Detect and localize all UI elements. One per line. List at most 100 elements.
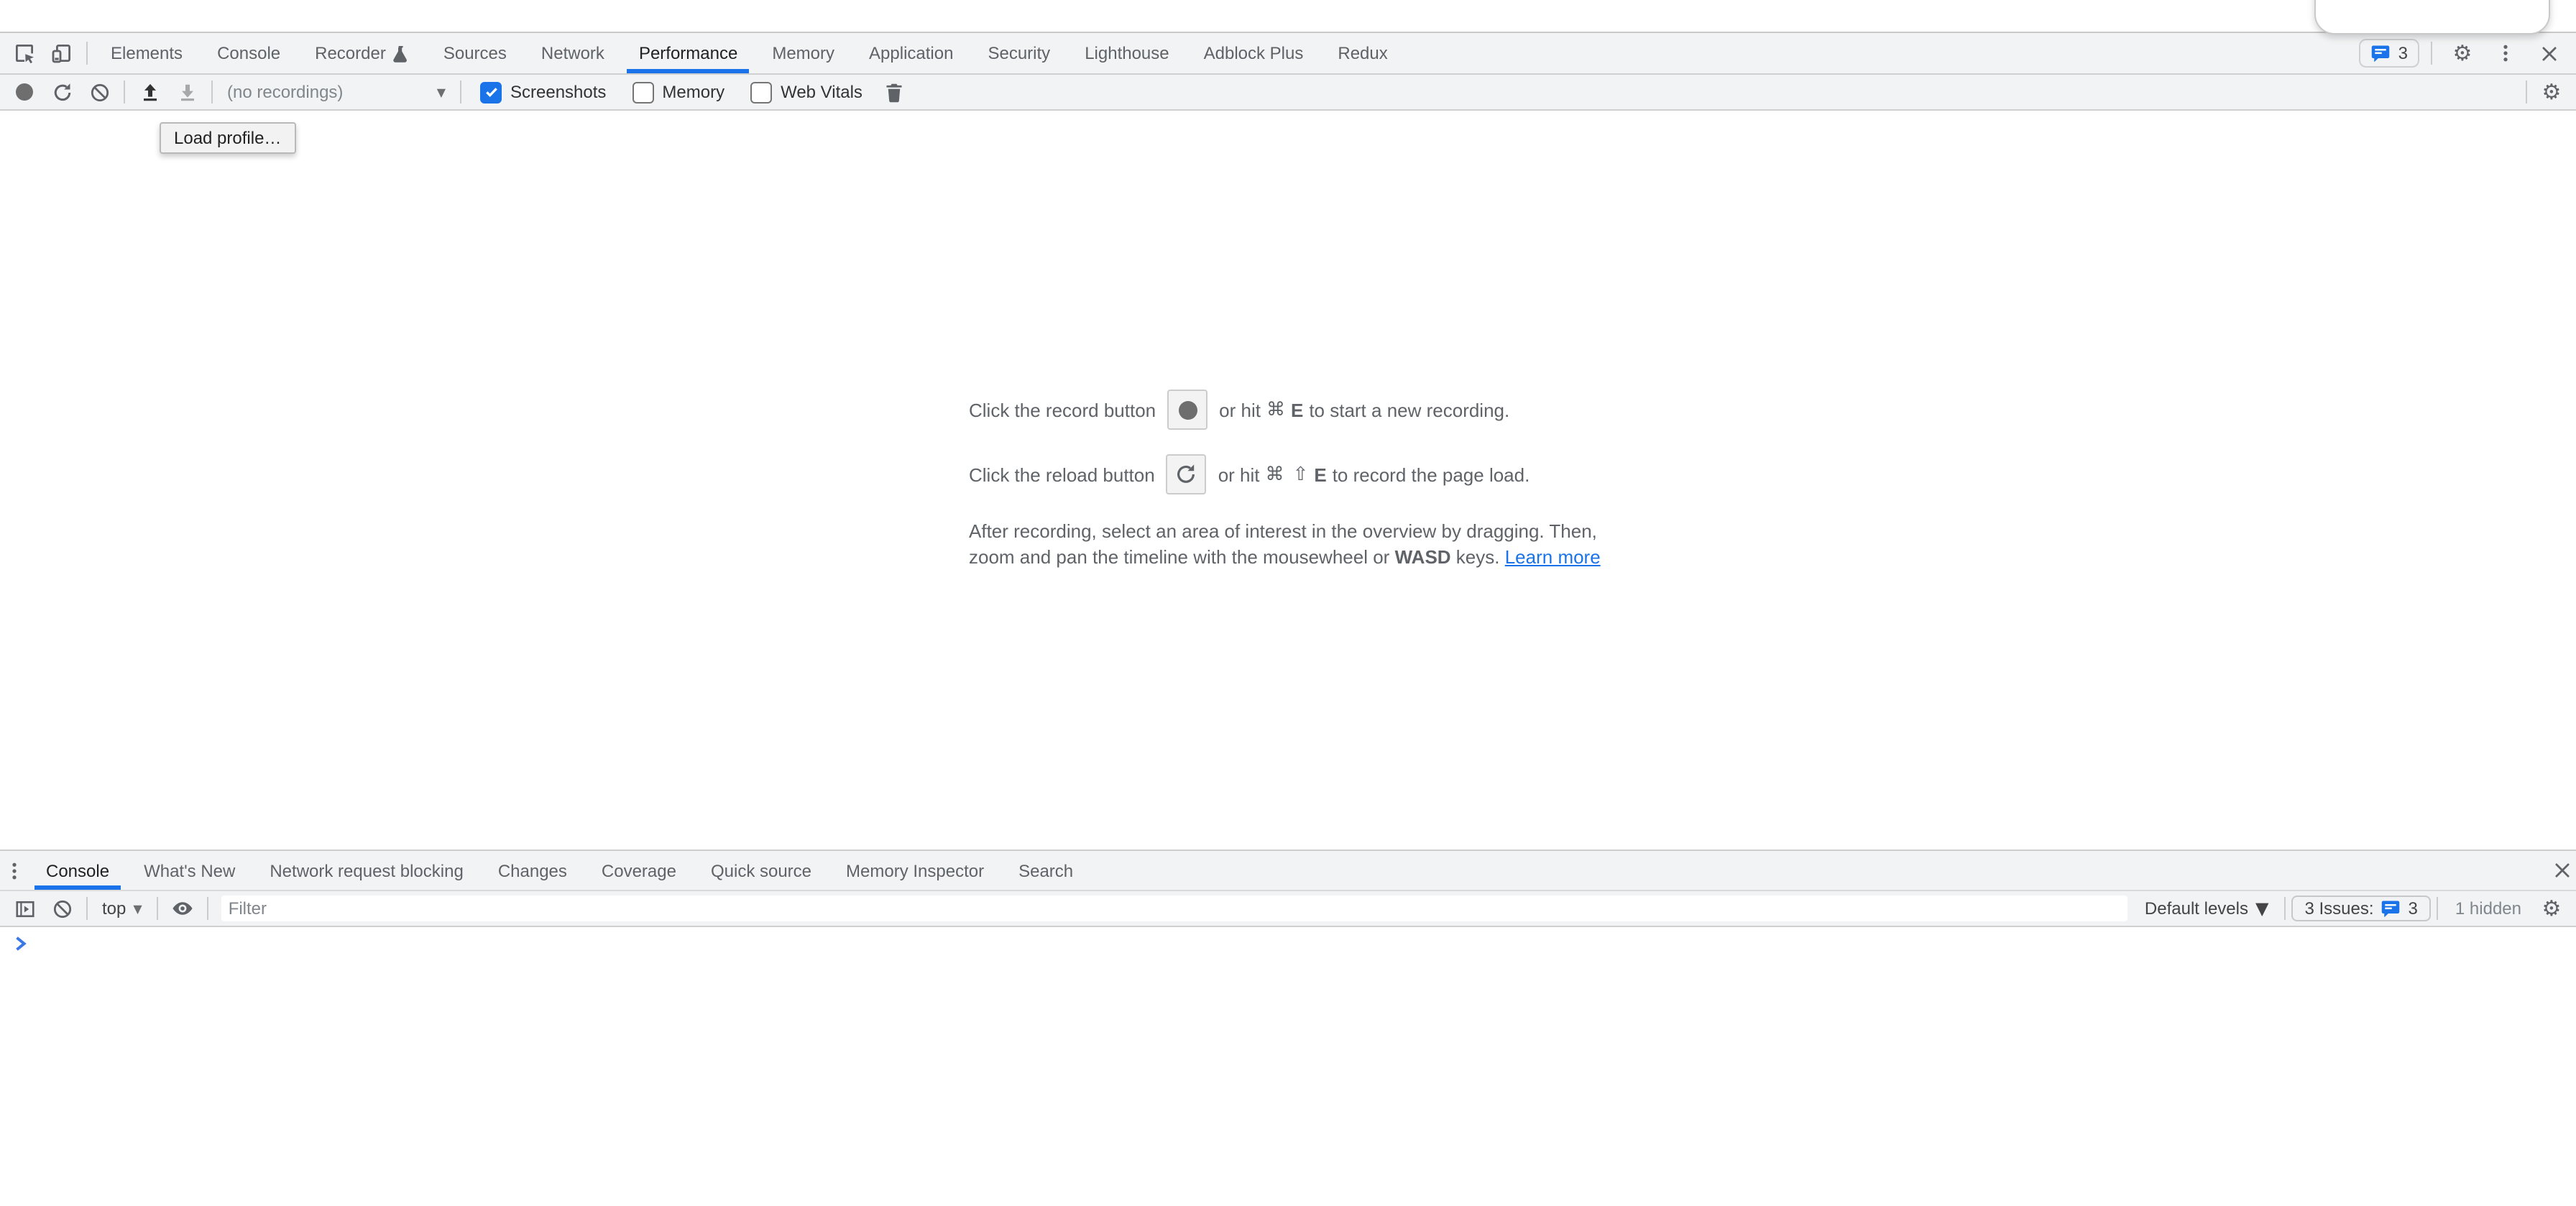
console-settings-button[interactable]: ⚙: [2533, 891, 2570, 926]
recordings-dropdown[interactable]: (no recordings) ▼: [218, 82, 454, 102]
reload-instruction-middle: or hit: [1218, 464, 1260, 485]
console-filter-input[interactable]: [221, 896, 2128, 921]
close-icon: [2539, 44, 2558, 63]
device-toolbar-button[interactable]: [43, 36, 80, 70]
toolbar-separator: [207, 897, 208, 920]
record-instruction-prefix: Click the record button: [969, 399, 1156, 420]
tab-redux[interactable]: Redux: [1320, 33, 1404, 73]
capture-settings-button[interactable]: ⚙: [2533, 76, 2570, 108]
drawer-tab-search[interactable]: Search: [1001, 851, 1090, 890]
memory-checkbox[interactable]: [632, 81, 653, 103]
tab-label: Sources: [443, 43, 507, 63]
settings-button[interactable]: ⚙: [2444, 36, 2481, 70]
issues-label: 3 Issues:: [2304, 898, 2373, 919]
tab-elements[interactable]: Elements: [93, 33, 200, 73]
tab-label: What's New: [144, 860, 235, 880]
log-levels-dropdown[interactable]: Default levels ▼: [2135, 898, 2279, 919]
live-expression-button[interactable]: [164, 891, 201, 926]
tab-performance[interactable]: Performance: [622, 33, 755, 73]
reload-icon: [51, 81, 73, 103]
drawer-more-tabs-button[interactable]: [0, 853, 29, 888]
tab-label: Adblock Plus: [1204, 43, 1304, 63]
tab-label: Recorder: [315, 43, 386, 63]
tab-label: Console: [46, 860, 109, 880]
tab-label: Memory Inspector: [846, 860, 984, 880]
tabbar-separator: [2431, 42, 2432, 65]
screenshots-checkbox[interactable]: [480, 81, 502, 103]
gear-icon: ⚙: [2453, 42, 2472, 64]
tab-application[interactable]: Application: [852, 33, 970, 73]
issues-bubble-icon: [2381, 898, 2401, 919]
gear-icon: ⚙: [2542, 898, 2562, 919]
block-icon: [51, 898, 73, 919]
memory-checkbox-group[interactable]: Memory: [632, 81, 724, 103]
save-profile-button[interactable]: [168, 76, 206, 108]
experimental-flask-icon: [393, 44, 409, 63]
issues-counter-button[interactable]: 3: [2360, 39, 2419, 68]
drawer-tab-memory-inspector[interactable]: Memory Inspector: [829, 851, 1001, 890]
web-vitals-checkbox-group[interactable]: Web Vitals: [750, 81, 862, 103]
tab-label: Console: [217, 43, 280, 63]
tab-network[interactable]: Network: [524, 33, 622, 73]
tab-memory[interactable]: Memory: [755, 33, 852, 73]
paragraph-text: keys.: [1451, 546, 1505, 568]
inspect-cursor-icon: [13, 42, 36, 65]
toolbar-separator: [2526, 80, 2527, 103]
console-toolbar: top ▼ Default levels ▼ 3 Issues: 3 1 hid…: [0, 891, 2576, 927]
console-prompt-icon: [13, 936, 29, 952]
record-instruction-suffix: to start a new recording.: [1309, 399, 1509, 420]
console-messages-area[interactable]: [0, 927, 2576, 1205]
close-icon: [2552, 861, 2571, 880]
record-button[interactable]: [6, 76, 43, 108]
clear-button[interactable]: [80, 76, 118, 108]
reload-and-record-button[interactable]: [43, 76, 80, 108]
tab-console[interactable]: Console: [200, 33, 298, 73]
empty-state-instructions: Click the record button or hit ⌘ E to st…: [969, 111, 1607, 571]
record-icon: [1178, 400, 1197, 419]
chevron-down-icon: ▼: [437, 86, 446, 98]
tab-security[interactable]: Security: [970, 33, 1067, 73]
recordings-dropdown-value: (no recordings): [227, 82, 343, 102]
screenshots-checkbox-group[interactable]: Screenshots: [480, 81, 606, 103]
after-recording-paragraph: After recording, select an area of inter…: [969, 519, 1607, 571]
issues-bubble-icon: [2371, 43, 2391, 63]
record-icon: [16, 83, 33, 101]
console-issues-button[interactable]: 3 Issues: 3: [2291, 896, 2430, 921]
learn-more-link[interactable]: Learn more: [1505, 546, 1601, 568]
javascript-context-dropdown[interactable]: top ▼: [93, 898, 151, 919]
tab-label: Memory: [772, 43, 834, 63]
drawer-tab-quick-source[interactable]: Quick source: [694, 851, 829, 890]
load-profile-tooltip: Load profile…: [160, 122, 295, 154]
delete-recordings-button[interactable]: [875, 76, 913, 108]
clear-console-button[interactable]: [43, 891, 80, 926]
tab-label: Lighthouse: [1085, 43, 1169, 63]
kebab-menu-icon: [4, 860, 24, 880]
drawer-tab-console[interactable]: Console: [29, 851, 126, 890]
tab-lighthouse[interactable]: Lighthouse: [1067, 33, 1186, 73]
console-sidebar-toggle-button[interactable]: [6, 891, 43, 926]
inspect-element-button[interactable]: [6, 36, 43, 70]
tab-recorder[interactable]: Recorder: [298, 33, 426, 73]
performance-panel-content: Click the record button or hit ⌘ E to st…: [0, 111, 2576, 850]
web-vitals-checkbox[interactable]: [750, 81, 772, 103]
drawer-tab-network-request-blocking[interactable]: Network request blocking: [252, 851, 480, 890]
close-devtools-button[interactable]: [2530, 36, 2567, 70]
tab-label: Performance: [639, 43, 737, 63]
more-options-button[interactable]: [2487, 36, 2524, 70]
console-prompt-row[interactable]: [0, 927, 2576, 952]
tab-label: Changes: [498, 860, 567, 880]
tab-adblock-plus[interactable]: Adblock Plus: [1187, 33, 1321, 73]
close-drawer-button[interactable]: [2547, 853, 2576, 888]
drawer-tab-coverage[interactable]: Coverage: [584, 851, 694, 890]
drawer-tab-whats-new[interactable]: What's New: [126, 851, 252, 890]
reload-instruction-suffix: to record the page load.: [1333, 464, 1530, 485]
tabbar-right-controls: 3 ⚙: [2360, 33, 2576, 73]
gear-icon: ⚙: [2542, 81, 2562, 103]
tab-sources[interactable]: Sources: [426, 33, 524, 73]
reload-button-example: [1167, 454, 1207, 494]
tooltip-text: Load profile…: [174, 128, 281, 148]
tab-label: Application: [869, 43, 953, 63]
eye-icon: [171, 897, 194, 920]
drawer-tab-changes[interactable]: Changes: [481, 851, 584, 890]
load-profile-button[interactable]: [131, 76, 168, 108]
